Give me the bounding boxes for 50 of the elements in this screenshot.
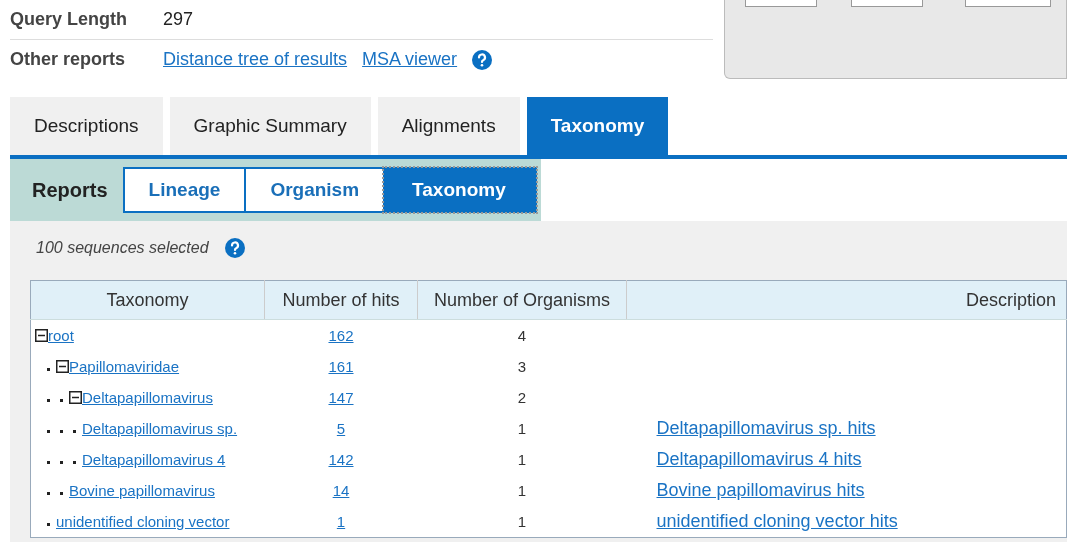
field-value: 297 [163, 9, 194, 30]
hits-link[interactable]: 162 [328, 327, 354, 344]
control-edge [745, 0, 817, 7]
collapse-icon[interactable] [35, 329, 48, 342]
organism-count: 1 [517, 513, 527, 530]
organism-count: 2 [517, 389, 527, 406]
organism-count: 1 [517, 482, 527, 499]
organism-count: 4 [517, 327, 527, 344]
taxon-link[interactable]: Deltapapillomavirus 4 [82, 451, 226, 468]
tab[interactable]: Alignments [377, 97, 520, 155]
hits-link[interactable]: 14 [332, 482, 350, 499]
organism-count: 1 [517, 420, 527, 437]
taxon-link[interactable]: Deltapapillomavirus sp. [82, 420, 238, 437]
taxon-link[interactable]: Bovine papillomavirus [69, 482, 215, 499]
hits-link[interactable]: 5 [336, 420, 346, 437]
help-icon[interactable] [472, 49, 493, 70]
report-link[interactable]: Distance tree of results [163, 49, 348, 70]
tab[interactable]: Descriptions [10, 97, 163, 155]
report-button[interactable]: Organism [246, 169, 386, 211]
taxon-link[interactable]: root [48, 327, 74, 344]
control-edge [851, 0, 923, 7]
column-header: Number of Organisms [417, 280, 627, 320]
description-link[interactable]: Bovine papillomavirus hits [656, 480, 865, 500]
description-link[interactable]: unidentified cloning vector hits [656, 511, 898, 531]
hits-link[interactable]: 161 [328, 358, 354, 375]
column-header: Number of hits [264, 280, 418, 320]
taxon-link[interactable]: Deltapapillomavirus [82, 389, 213, 406]
organism-count: 1 [517, 451, 527, 468]
report-link[interactable]: MSA viewer [362, 49, 458, 70]
tab[interactable]: Graphic Summary [169, 97, 371, 155]
column-header: Description [626, 280, 1067, 320]
report-button[interactable]: Taxonomy [385, 169, 535, 211]
tab[interactable]: Taxonomy [526, 97, 669, 155]
description-link[interactable]: Deltapapillomavirus 4 hits [656, 449, 862, 469]
collapse-icon[interactable] [56, 360, 69, 373]
column-header: Taxonomy [30, 280, 265, 320]
organism-count: 3 [517, 358, 527, 375]
help-icon[interactable] [224, 238, 245, 258]
collapse-icon[interactable] [69, 391, 82, 404]
field-label: Other reports [10, 49, 127, 70]
hits-link[interactable]: 1 [336, 513, 346, 530]
reports-label: Reports [32, 178, 108, 202]
taxon-link[interactable]: Papillomaviridae [69, 358, 180, 375]
description-link[interactable]: Deltapapillomavirus sp. hits [656, 418, 876, 438]
hits-link[interactable]: 142 [328, 451, 354, 468]
hits-link[interactable]: 147 [328, 389, 354, 406]
report-button[interactable]: Lineage [124, 169, 247, 211]
selection-note: 100 sequences selected [36, 239, 209, 257]
field-label: Query Length [10, 9, 128, 30]
taxon-link[interactable]: unidentified cloning vector [56, 513, 230, 530]
